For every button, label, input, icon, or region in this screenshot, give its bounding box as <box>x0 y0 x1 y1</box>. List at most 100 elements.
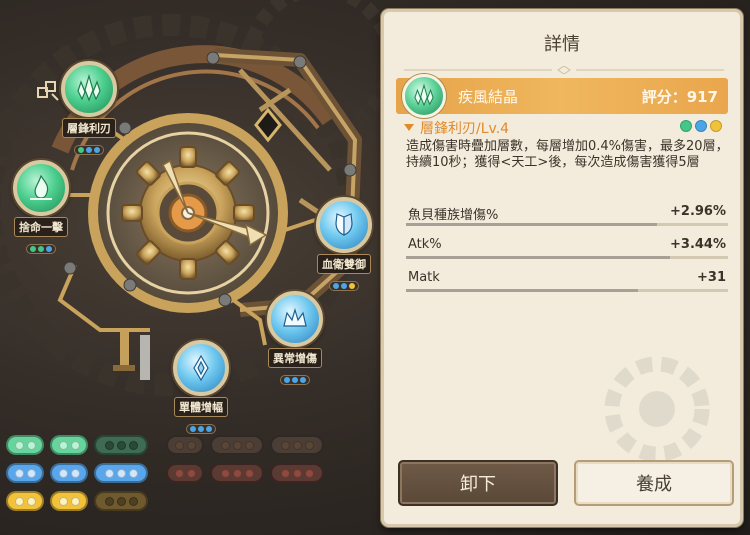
gem-slot[interactable] <box>50 463 88 483</box>
gem-slot[interactable] <box>50 491 88 511</box>
slot-socket <box>220 468 230 478</box>
slot-socket <box>232 468 242 478</box>
slot-dot <box>292 377 298 383</box>
slot-dots <box>329 281 359 291</box>
gem-score: 評分：917 <box>641 88 718 106</box>
slot-dot <box>78 147 84 153</box>
slot-socket <box>186 440 196 450</box>
slot-socket <box>116 468 126 478</box>
upgrade-button[interactable]: 養成 <box>574 460 734 506</box>
skill-node-abnormal-damage[interactable]: 異常增傷 <box>260 291 330 387</box>
slot-socket <box>104 440 114 450</box>
slot-dot <box>300 377 306 383</box>
slot-socket <box>280 468 290 478</box>
slot-dot <box>46 246 52 252</box>
slot-row-blue <box>6 463 366 483</box>
skill-node-label: 層鋒利刃 <box>62 118 116 138</box>
slot-dot <box>94 147 100 153</box>
slot-socket <box>58 496 68 506</box>
skill-description: 造成傷害時疊加層數，每層增加0.4%傷害，最多20層，持續10秒；獲得<天工>後… <box>406 139 729 170</box>
unequip-button[interactable]: 卸下 <box>398 460 558 506</box>
skill-node-single-amplify[interactable]: 單體增幅 <box>166 340 236 436</box>
slot-socket <box>70 468 80 478</box>
slot-socket <box>232 440 242 450</box>
slot-socket <box>128 440 138 450</box>
slot-socket <box>70 496 80 506</box>
slot-socket <box>244 468 254 478</box>
slot-dot <box>190 426 196 432</box>
skill-node-layered-blade[interactable]: 層鋒利刃 <box>54 61 124 157</box>
blue-shield-icon <box>316 197 372 253</box>
slot-dot <box>206 426 212 432</box>
skill-slot-dots <box>680 120 722 132</box>
skill-node-label: 捨命一擊 <box>14 217 68 237</box>
stat-name: 魚貝種族增傷% <box>408 208 499 223</box>
panel-title: 詳情 <box>544 34 580 55</box>
green-crystal-icon <box>402 74 446 118</box>
skill-dot <box>710 120 722 132</box>
stat-value: +2.96% <box>670 204 726 219</box>
gem-slot[interactable] <box>94 435 148 455</box>
blue-drop-icon <box>173 340 229 396</box>
slot-row-yellow <box>6 491 366 511</box>
gem-slot[interactable] <box>50 435 88 455</box>
slot-socket <box>104 496 114 506</box>
slot-socket <box>128 496 138 506</box>
slot-socket <box>128 468 138 478</box>
slot-socket <box>104 468 114 478</box>
skill-node-blood-guard[interactable]: 血衛雙御 <box>309 197 379 293</box>
gem-slot[interactable] <box>210 463 264 483</box>
slot-socket <box>304 468 314 478</box>
slot-socket <box>116 440 126 450</box>
stat-value: +3.44% <box>670 237 726 252</box>
title-divider <box>404 66 724 74</box>
skill-node-label: 異常增傷 <box>268 348 322 368</box>
skill-node-desperate-strike[interactable]: 捨命一擊 <box>6 160 76 256</box>
slot-socket <box>186 468 196 478</box>
gem-slot[interactable] <box>166 463 204 483</box>
slot-dots <box>280 375 310 385</box>
stat-bar <box>406 223 658 226</box>
slot-dots <box>186 424 216 434</box>
slot-socket <box>280 440 290 450</box>
gem-slot[interactable] <box>94 491 148 511</box>
slot-dot <box>86 147 92 153</box>
stat-row: Matk +31 <box>406 268 728 292</box>
gem-slot[interactable] <box>6 463 44 483</box>
gem-slot[interactable] <box>6 435 44 455</box>
skill-dot <box>695 120 707 132</box>
blue-crown-icon <box>267 291 323 347</box>
gem-slot[interactable] <box>166 435 204 455</box>
slot-socket <box>26 496 36 506</box>
stat-bar <box>406 256 671 259</box>
gem-slot[interactable] <box>6 491 44 511</box>
slot-socket <box>292 468 302 478</box>
gem-slot[interactable] <box>210 435 264 455</box>
slot-socket <box>26 440 36 450</box>
slot-dot <box>38 246 44 252</box>
gem-name: 疾風結晶 <box>458 88 519 106</box>
slot-socket <box>58 440 68 450</box>
slot-socket <box>220 440 230 450</box>
slot-dot <box>198 426 204 432</box>
gem-slot[interactable] <box>270 435 324 455</box>
green-flame-icon <box>13 160 69 216</box>
skill-dot <box>680 120 692 132</box>
slot-socket <box>14 496 24 506</box>
skill-node-label: 單體增幅 <box>174 397 228 417</box>
skill-title: 層鋒利刃/Lv.4 <box>404 118 509 138</box>
slot-socket <box>14 440 24 450</box>
slot-socket <box>70 440 80 450</box>
skill-title-text: 層鋒利刃/Lv.4 <box>420 121 510 137</box>
slot-socket <box>116 496 126 506</box>
gem-header-bar: 疾風結晶 評分：917 <box>396 74 728 118</box>
slot-socket <box>292 440 302 450</box>
slot-dots <box>26 244 56 254</box>
triangle-down-icon <box>404 124 414 131</box>
details-panel: 詳情 疾風結晶 評分：917 層鋒利刃/Lv.4 造成傷害時疊加層數，每層增加0… <box>381 9 743 527</box>
stat-name: Matk <box>408 270 440 285</box>
stat-bar <box>406 289 638 292</box>
gem-slot[interactable] <box>270 463 324 483</box>
gem-slot[interactable] <box>94 463 148 483</box>
gem-slot-rows <box>6 435 366 519</box>
